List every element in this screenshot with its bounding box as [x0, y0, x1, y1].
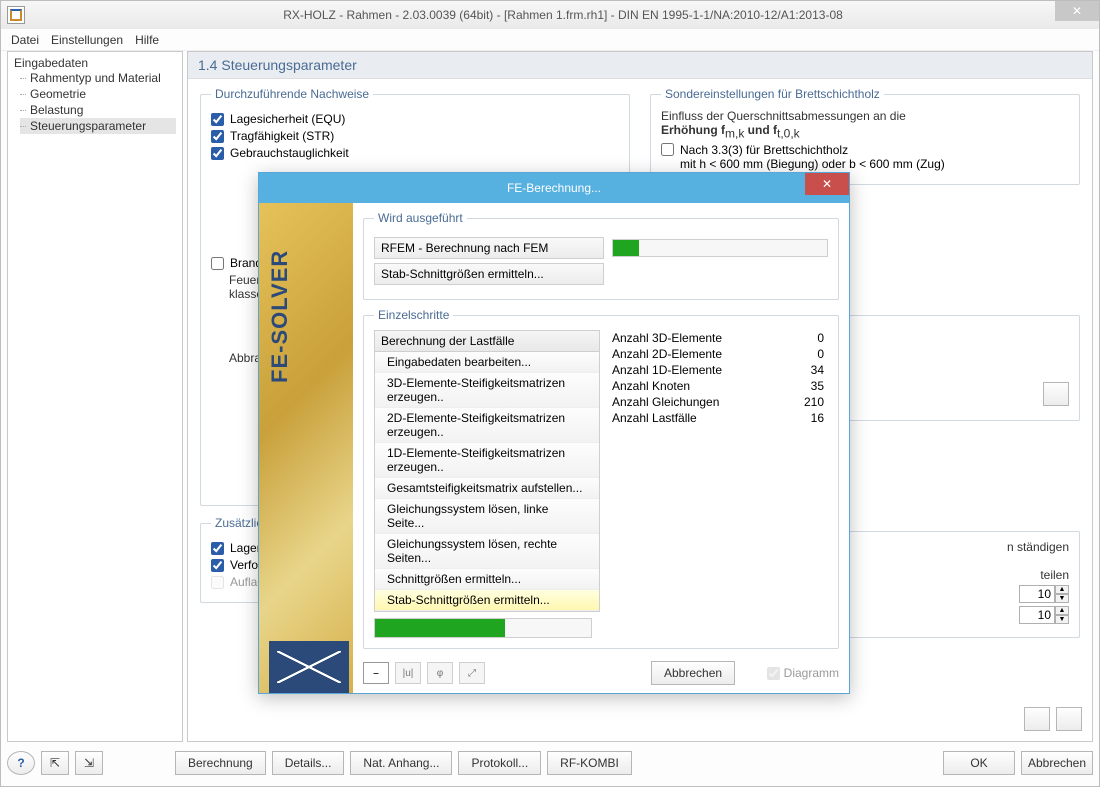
tree-item-active[interactable]: Steuerungsparameter	[20, 118, 176, 134]
menu-file[interactable]: Datei	[11, 33, 39, 47]
panel-title: 1.4 Steuerungsparameter	[188, 52, 1092, 79]
rfkombi-button[interactable]: RF-KOMBI	[547, 751, 632, 775]
progress-rfem	[612, 239, 828, 257]
solver-label: FE-SOLVER	[267, 250, 293, 383]
legend-nachweise: Durchzuführende Nachweise	[211, 87, 373, 101]
app-icon	[7, 6, 25, 24]
spin-ergebnisse[interactable]	[1019, 585, 1055, 603]
legend-steps: Einzelschritte	[374, 308, 453, 322]
spin-vouten[interactable]	[1019, 606, 1055, 624]
ok-button[interactable]: OK	[943, 751, 1015, 775]
import-button[interactable]: ⇱	[41, 751, 69, 775]
group-steps: Einzelschritte Berechnung der Lastfälle …	[363, 308, 839, 649]
sonder-text2: Erhöhung fm,k und ft,0,k	[661, 123, 1069, 140]
step-item: 3D-Elemente-Steifigkeitsmatrizen erzeuge…	[375, 373, 599, 408]
dlubal-logo	[269, 641, 349, 693]
tree-item[interactable]: Geometrie	[20, 86, 176, 102]
close-button[interactable]: ✕	[1055, 1, 1099, 21]
step-item: Gleichungssystem lösen, rechte Seiten...	[375, 534, 599, 569]
tree-item[interactable]: Belastung	[20, 102, 176, 118]
step-item: 1D-Elemente-Steifigkeitsmatrizen erzeuge…	[375, 443, 599, 478]
menu-settings[interactable]: Einstellungen	[51, 33, 123, 47]
chk-lagerk[interactable]	[211, 542, 224, 555]
window-title: RX-HOLZ - Rahmen - 2.03.0039 (64bit) - […	[33, 8, 1093, 22]
legend-sonder: Sondereinstellungen für Brettschichtholz	[661, 87, 884, 101]
legend-running: Wird ausgeführt	[374, 211, 467, 225]
menubar: Datei Einstellungen Hilfe	[1, 29, 1099, 51]
task-rfem: RFEM - Berechnung nach FEM	[374, 237, 604, 259]
nat-anhang-button[interactable]: Nat. Anhang...	[350, 751, 452, 775]
chk-verformung[interactable]	[211, 559, 224, 572]
spin-up[interactable]: ▲	[1055, 585, 1069, 594]
group-running: Wird ausgeführt RFEM - Berechnung nach F…	[363, 211, 839, 300]
chk-bsh[interactable]	[661, 143, 674, 156]
dialog-title: FE-Berechnung...	[507, 181, 601, 195]
corner-btn-2[interactable]	[1056, 707, 1082, 731]
step-item: Gleichungssystem lösen, linke Seite...	[375, 499, 599, 534]
spin-down[interactable]: ▼	[1055, 615, 1069, 624]
progress-overall	[374, 618, 592, 638]
step-item-current: Stab-Schnittgrößen ermitteln...	[375, 590, 599, 611]
tool-phi-icon[interactable]: φ	[427, 662, 453, 684]
nav-tree: Eingabedaten Rahmentyp und Material Geom…	[7, 51, 183, 742]
chk-diagram	[767, 667, 780, 680]
dialog-titlebar[interactable]: FE-Berechnung... ✕	[259, 173, 849, 203]
stuetze-edit-button[interactable]	[1043, 382, 1069, 406]
chk-str[interactable]	[211, 130, 224, 143]
step-item: Schnittgrößen ermitteln...	[375, 569, 599, 590]
spin-down[interactable]: ▼	[1055, 594, 1069, 603]
fe-berechnung-dialog: FE-Berechnung... ✕ FE-SOLVER Wird ausgef…	[258, 172, 850, 694]
dialog-close-button[interactable]: ✕	[805, 173, 849, 195]
stats-panel: Anzahl 3D-Elemente0 Anzahl 2D-Elemente0 …	[608, 330, 828, 612]
tree-root[interactable]: Eingabedaten	[14, 56, 176, 70]
tool-graph-icon[interactable]: ⎯	[363, 662, 389, 684]
cancel-button[interactable]: Abbrechen	[1021, 751, 1093, 775]
chk-gebr[interactable]	[211, 147, 224, 160]
task-stab: Stab-Schnittgrößen ermitteln...	[374, 263, 604, 285]
corner-btn-1[interactable]	[1024, 707, 1050, 731]
abort-button[interactable]: Abbrechen	[651, 661, 735, 685]
menu-help[interactable]: Hilfe	[135, 33, 159, 47]
titlebar: RX-HOLZ - Rahmen - 2.03.0039 (64bit) - […	[1, 1, 1099, 29]
chk-equ[interactable]	[211, 113, 224, 126]
protokoll-button[interactable]: Protokoll...	[458, 751, 541, 775]
solver-banner: FE-SOLVER	[259, 203, 353, 693]
step-header: Berechnung der Lastfälle	[375, 331, 599, 352]
step-item: Eingabedaten bearbeiten...	[375, 352, 599, 373]
step-item: Gesamtsteifigkeitsmatrix aufstellen...	[375, 478, 599, 499]
tree-item[interactable]: Rahmentyp und Material	[20, 70, 176, 86]
step-list: Berechnung der Lastfälle Eingabedaten be…	[374, 330, 600, 612]
export-button[interactable]: ⇲	[75, 751, 103, 775]
berechnung-button[interactable]: Berechnung	[175, 751, 266, 775]
bottom-toolbar: ? ⇱ ⇲ Berechnung Details... Nat. Anhang.…	[7, 748, 1093, 778]
spin-up[interactable]: ▲	[1055, 606, 1069, 615]
tool-u[interactable]: |u|	[395, 662, 421, 684]
tool-zoom-icon[interactable]: ⤢	[459, 662, 485, 684]
group-sonder: Sondereinstellungen für Brettschichtholz…	[650, 87, 1080, 185]
sonder-text1: Einfluss der Querschnittsabmessungen an …	[661, 109, 1069, 123]
details-button[interactable]: Details...	[272, 751, 345, 775]
help-button[interactable]: ?	[7, 751, 35, 775]
step-item: 2D-Elemente-Steifigkeitsmatrizen erzeuge…	[375, 408, 599, 443]
chk-auflager	[211, 576, 224, 589]
chk-brand[interactable]	[211, 257, 224, 270]
